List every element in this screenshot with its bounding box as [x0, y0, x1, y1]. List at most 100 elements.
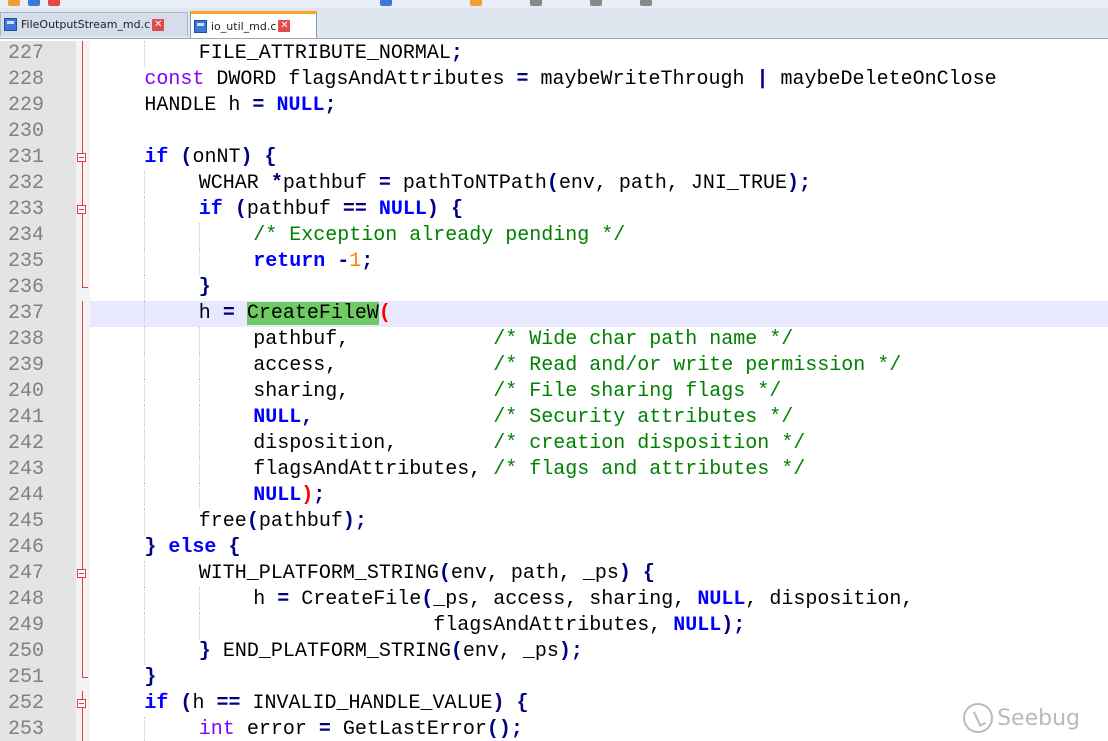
- code-token: );: [721, 614, 746, 637]
- close-icon[interactable]: ✕: [278, 20, 291, 32]
- code-token: ): [426, 198, 439, 221]
- code-token: );: [786, 172, 811, 195]
- code-token: |: [756, 68, 769, 91]
- fold-toggle-icon[interactable]: [77, 153, 86, 162]
- code-line[interactable]: 228 const DWORD flagsAndAttributes = mayb…: [0, 67, 1108, 93]
- code-line[interactable]: 253 int error = GetLastError();: [0, 717, 1108, 741]
- code-token: maybeWriteThrough: [528, 68, 757, 91]
- code-token: flagsAndAttributes,: [253, 458, 494, 481]
- indent-guide: [144, 249, 146, 275]
- code-token: env, path, JNI_TRUE: [558, 172, 787, 195]
- toolbar-button[interactable]: [530, 0, 542, 6]
- code-token: ;: [324, 94, 337, 117]
- fold-margin[interactable]: [76, 561, 90, 587]
- code-text: flagsAndAttributes, /* flags and attribu…: [90, 457, 1108, 483]
- code-line[interactable]: 250} END_PLATFORM_STRING(env, _ps);: [0, 639, 1108, 665]
- code-token: pathToNTPath: [390, 172, 547, 195]
- fold-margin: [76, 483, 90, 509]
- code-line[interactable]: 249 flagsAndAttributes, NULL);: [0, 613, 1108, 639]
- code-token: _ps, access, sharing,: [433, 588, 698, 611]
- indent-guide: [144, 327, 146, 353]
- toolbar-button[interactable]: [590, 0, 602, 6]
- indent-guide: [144, 509, 146, 535]
- code-token: INVALID_HANDLE_VALUE: [240, 692, 493, 715]
- fold-margin[interactable]: [76, 197, 90, 223]
- toolbar-button[interactable]: [8, 0, 20, 6]
- indent-guide: [144, 483, 146, 509]
- code-text: if (onNT) {: [90, 145, 1108, 171]
- code-token: -: [337, 250, 350, 273]
- indent-guide: [198, 405, 200, 431]
- code-line[interactable]: 241 NULL, /* Security attributes */: [0, 405, 1108, 431]
- code-line[interactable]: 233 if (pathbuf == NULL) {: [0, 197, 1108, 223]
- code-token: env, path, _ps: [450, 562, 619, 585]
- fold-toggle-icon[interactable]: [77, 205, 86, 214]
- code-line[interactable]: 235 return -1;: [0, 249, 1108, 275]
- watermark-text: Seebug: [997, 705, 1080, 731]
- code-line[interactable]: 227 FILE_ATTRIBUTE_NORMAL;: [0, 41, 1108, 67]
- code-line[interactable]: 230: [0, 119, 1108, 145]
- indent-guide: [144, 197, 146, 223]
- toolbar-button[interactable]: [28, 0, 40, 6]
- code-line[interactable]: 247 WITH_PLATFORM_STRING(env, path, _ps) …: [0, 561, 1108, 587]
- code-text: pathbuf, /* Wide char path name */: [90, 327, 1108, 353]
- fold-margin: [76, 67, 90, 93]
- code-line[interactable]: 251}: [0, 665, 1108, 691]
- code-line[interactable]: 239 access, /* Read and/or write permissi…: [0, 353, 1108, 379]
- code-line[interactable]: 246} else {: [0, 535, 1108, 561]
- code-line[interactable]: 231 if (onNT) {: [0, 145, 1108, 171]
- code-line[interactable]: 229 HANDLE h = NULL;: [0, 93, 1108, 119]
- fold-margin[interactable]: [76, 691, 90, 717]
- line-number: 230: [0, 119, 76, 145]
- code-line[interactable]: 245 free(pathbuf);: [0, 509, 1108, 535]
- line-number: 228: [0, 67, 76, 93]
- code-text: } else {: [90, 535, 1108, 561]
- code-line[interactable]: 234 /* Exception already pending */: [0, 223, 1108, 249]
- line-number: 227: [0, 41, 76, 67]
- code-line[interactable]: 242 disposition, /* creation disposition …: [0, 431, 1108, 457]
- line-number: 238: [0, 327, 76, 353]
- code-line[interactable]: 240 sharing, /* File sharing flags */: [0, 379, 1108, 405]
- code-line[interactable]: 248 h = CreateFile(_ps, access, sharing, …: [0, 587, 1108, 613]
- code-token: END_PLATFORM_STRING: [210, 640, 451, 663]
- code-text: return -1;: [90, 249, 1108, 275]
- fold-margin[interactable]: [76, 145, 90, 171]
- toolbar-button[interactable]: [380, 0, 392, 6]
- code-token: pathbuf,: [253, 328, 494, 351]
- line-number: 234: [0, 223, 76, 249]
- code-editor[interactable]: 227 FILE_ATTRIBUTE_NORMAL; 228 const DWORD …: [0, 39, 1108, 741]
- code-token: GetLastError: [330, 718, 487, 741]
- indent-guide: [198, 483, 200, 509]
- line-number: 232: [0, 171, 76, 197]
- fold-toggle-icon[interactable]: [77, 569, 86, 578]
- fold-margin: [76, 613, 90, 639]
- indent-guide: [198, 249, 200, 275]
- code-line[interactable]: 244 NULL);: [0, 483, 1108, 509]
- line-number: 241: [0, 405, 76, 431]
- code-token: pathbuf: [246, 198, 343, 221]
- line-number: 231: [0, 145, 76, 171]
- code-text: int error = GetLastError();: [90, 717, 1108, 741]
- code-line[interactable]: 252 if (h == INVALID_HANDLE_VALUE) {: [0, 691, 1108, 717]
- toolbar-button[interactable]: [48, 0, 60, 6]
- toolbar-button[interactable]: [640, 0, 652, 6]
- indent-guide: [144, 41, 146, 67]
- code-text: free(pathbuf);: [90, 509, 1108, 535]
- code-line[interactable]: 237 h = CreateFileW(: [0, 301, 1108, 327]
- code-line[interactable]: 236}: [0, 275, 1108, 301]
- fold-margin: [76, 223, 90, 249]
- code-line[interactable]: 238 pathbuf, /* Wide char path name */: [0, 327, 1108, 353]
- tab-io-util[interactable]: io_util_md.c ✕: [190, 11, 317, 38]
- tab-fileoutputstream[interactable]: FileOutputStream_md.c ✕: [0, 12, 188, 36]
- code-line[interactable]: 232 WCHAR *pathbuf = pathToNTPath(env, pa…: [0, 171, 1108, 197]
- fold-toggle-icon[interactable]: [77, 699, 86, 708]
- toolbar-button[interactable]: [470, 0, 482, 6]
- code-line[interactable]: 243 flagsAndAttributes, /* flags and attr…: [0, 457, 1108, 483]
- code-token: env, _ps: [462, 640, 559, 663]
- code-token: {: [264, 146, 277, 169]
- fold-margin: [76, 535, 90, 561]
- close-icon[interactable]: ✕: [152, 18, 165, 31]
